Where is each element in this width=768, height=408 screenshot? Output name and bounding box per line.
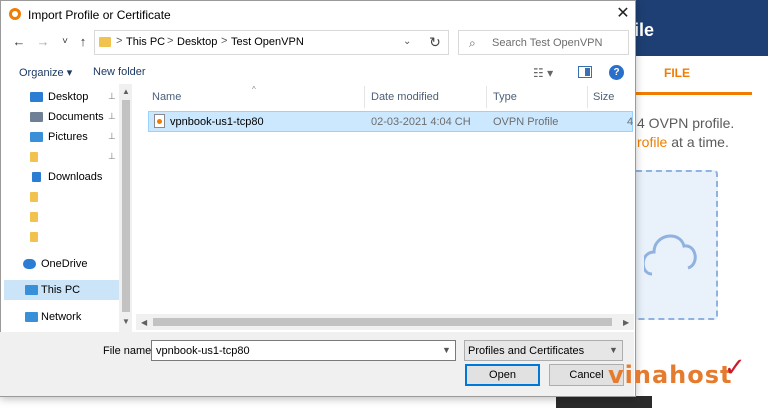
sidebar-item-folder[interactable] — [4, 227, 122, 247]
sidebar-item-folder[interactable]: ⊥ — [4, 147, 122, 167]
sidebar-item-label: Downloads — [48, 171, 103, 183]
preview-pane-icon[interactable] — [578, 66, 592, 78]
navigation-pane: Desktop ⊥ Documents ⊥ Pictures ⊥ ⊥ Downl… — [4, 84, 132, 332]
sidebar-item-label: OneDrive — [41, 258, 88, 270]
background-header-title: ile — [634, 20, 655, 40]
onedrive-icon — [23, 259, 36, 269]
address-bar[interactable]: > This PC > Desktop > Test OpenVPN ⌄ — [94, 30, 449, 55]
breadcrumb-separator: > — [167, 35, 174, 47]
sidebar-item-documents[interactable]: Documents ⊥ — [4, 107, 122, 127]
new-folder-button[interactable]: New folder — [93, 66, 146, 78]
file-name-label: File name: — [103, 345, 155, 357]
sidebar-item-downloads[interactable]: Downloads — [4, 167, 122, 187]
column-divider[interactable] — [587, 86, 588, 108]
scroll-right-icon[interactable]: ▶ — [623, 318, 629, 327]
scroll-left-icon[interactable]: ◀ — [141, 318, 147, 327]
column-header-name[interactable]: Name — [152, 91, 181, 103]
navigation-scroll-thumb[interactable] — [122, 100, 130, 312]
chevron-down-icon[interactable]: ▼ — [442, 345, 451, 355]
sidebar-item-folder[interactable] — [4, 207, 122, 227]
tab-file-underline — [634, 92, 752, 95]
search-icon: ⌕ — [469, 36, 476, 50]
pin-icon: ⊥ — [108, 91, 116, 101]
help-icon[interactable]: ? — [609, 65, 624, 80]
folder-icon — [30, 212, 38, 222]
watermark-logo: vinahost — [608, 361, 733, 389]
this-pc-icon — [25, 285, 38, 295]
sidebar-item-this-pc[interactable]: This PC — [4, 280, 122, 300]
breadcrumb-separator: > — [221, 35, 228, 47]
background-instruction-line2: rofile at a time. — [637, 134, 729, 150]
network-icon — [25, 312, 38, 322]
openvpn-app-icon — [9, 8, 21, 20]
sidebar-item-network[interactable]: Network — [4, 307, 122, 327]
column-header-date-modified[interactable]: Date modified — [371, 91, 439, 103]
folder-icon — [30, 232, 38, 242]
desktop-icon — [30, 92, 43, 102]
dialog-title: Import Profile or Certificate — [28, 8, 171, 22]
file-size-cell: 4 — [627, 116, 634, 128]
ovpn-file-icon — [154, 114, 165, 128]
address-dropdown-icon[interactable]: ⌄ — [403, 36, 411, 47]
sidebar-item-label: Desktop — [48, 91, 89, 103]
folder-icon — [30, 192, 38, 202]
tab-file[interactable]: FILE — [664, 66, 690, 80]
column-header-type[interactable]: Type — [493, 91, 517, 103]
search-placeholder: Search Test OpenVPN — [492, 37, 603, 49]
sidebar-item-onedrive[interactable]: OneDrive — [4, 254, 122, 274]
column-divider[interactable] — [486, 86, 487, 108]
cloud-upload-icon — [644, 234, 697, 276]
file-name-cell[interactable]: vpnbook-us1-tcp80 — [170, 116, 264, 128]
sidebar-item-pictures[interactable]: Pictures ⊥ — [4, 127, 122, 147]
breadcrumb-separator: > — [116, 35, 123, 47]
pin-icon: ⊥ — [108, 131, 116, 141]
pin-icon: ⊥ — [108, 111, 116, 121]
column-header-size[interactable]: Size — [593, 91, 614, 103]
drop-zone[interactable] — [632, 170, 718, 320]
breadcrumb-desktop[interactable]: Desktop — [177, 36, 217, 48]
breadcrumb-test-openvpn[interactable]: Test OpenVPN — [231, 36, 304, 48]
sidebar-item-label: This PC — [41, 284, 81, 296]
search-input[interactable]: ⌕ Search Test OpenVPN — [458, 30, 629, 55]
up-button[interactable]: ↑ — [74, 33, 92, 51]
breadcrumb-this-pc[interactable]: This PC — [126, 36, 165, 48]
sidebar-item-folder[interactable] — [4, 187, 122, 207]
chevron-down-icon[interactable]: ▼ — [609, 345, 618, 355]
file-date-cell: 02-03-2021 4:04 CH — [371, 116, 471, 128]
close-button[interactable]: ✕ — [613, 5, 633, 23]
sidebar-item-label: Network — [41, 311, 82, 323]
sort-indicator-icon: ^ — [252, 85, 256, 94]
back-button[interactable]: ← — [10, 33, 28, 51]
file-name-value: vpnbook-us1-tcp80 — [156, 345, 250, 357]
file-name-field[interactable]: vpnbook-us1-tcp80 ▼ — [151, 340, 456, 361]
sidebar-item-label: Documents — [48, 111, 104, 123]
file-type-select[interactable]: Profiles and Certificates ▼ — [464, 340, 623, 361]
scroll-up-icon[interactable]: ▲ — [122, 87, 130, 96]
sidebar-item-desktop[interactable]: Desktop ⊥ — [4, 87, 122, 107]
file-list-scroll-thumb[interactable] — [153, 318, 612, 326]
folder-icon — [30, 152, 38, 162]
folder-icon — [99, 37, 111, 47]
pictures-icon — [30, 132, 43, 142]
scroll-down-icon[interactable]: ▼ — [122, 317, 130, 326]
sidebar-item-label: Pictures — [48, 131, 88, 143]
open-button[interactable]: Open — [465, 364, 540, 386]
downloads-icon — [32, 172, 41, 182]
recent-locations-button[interactable]: ˅ — [56, 33, 74, 51]
background-dark-strip — [556, 396, 652, 408]
watermark-check-icon: ✓ — [724, 352, 746, 382]
refresh-button[interactable]: ↻ — [424, 32, 446, 52]
file-type-cell: OVPN Profile — [493, 116, 559, 128]
documents-icon — [30, 112, 43, 122]
dialog-titlebar: Import Profile or Certificate ✕ — [1, 1, 635, 29]
background-instruction-line1: 4 OVPN profile. — [637, 115, 735, 131]
view-options-icon[interactable]: ☷ ▾ — [533, 66, 553, 80]
background-instruction-rest: at a time. — [667, 134, 729, 150]
background-instruction-highlight: rofile — [637, 134, 668, 150]
forward-button[interactable]: → — [34, 33, 52, 51]
file-type-value: Profiles and Certificates — [468, 345, 585, 357]
column-divider[interactable] — [364, 86, 365, 108]
organize-button[interactable]: Organize ▾ — [19, 66, 72, 79]
pin-icon: ⊥ — [108, 151, 116, 161]
